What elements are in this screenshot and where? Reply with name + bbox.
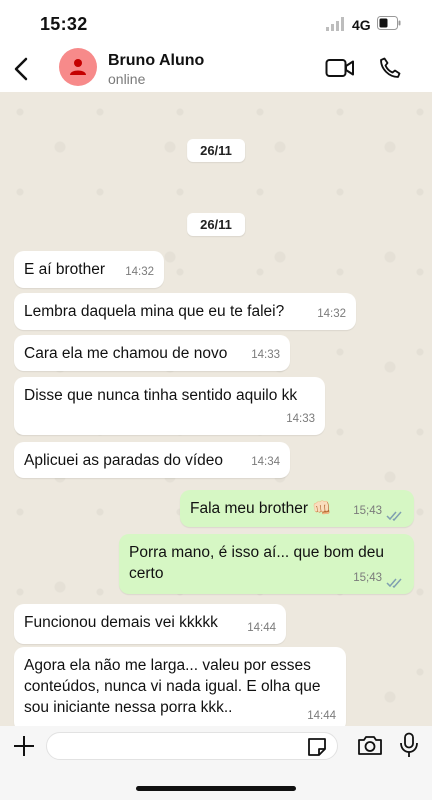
message-text: Agora ela não me larga... valeu por esse…	[24, 657, 321, 716]
message-time: 15;43	[353, 505, 382, 517]
message-time: 14:44	[307, 710, 336, 722]
composer-bar	[0, 726, 432, 800]
message-time: 15;43	[353, 572, 382, 584]
contact-status: online	[108, 71, 146, 87]
chat-header: Bruno Aluno online	[0, 44, 432, 92]
message-time: 14:33	[251, 349, 280, 361]
sticker-icon[interactable]	[306, 736, 328, 758]
incoming-message[interactable]: Lembra daquela mina que eu te falei? 14:…	[14, 293, 356, 330]
message-text: Funcionou demais vei kkkkk	[24, 614, 218, 631]
message-time: 14:32	[317, 308, 346, 320]
camera-icon[interactable]	[357, 734, 383, 756]
message-text: Disse que nunca tinha sentido aquilo kk	[24, 387, 298, 404]
message-text: Aplicuei as paradas do vídeo	[24, 452, 224, 469]
status-time: 15:32	[40, 14, 88, 34]
status-bar: 15:32 4G	[0, 0, 432, 44]
signal-icon	[326, 17, 344, 31]
message-time: 14:33	[286, 413, 315, 425]
message-text: Cara ela me chamou de novo	[24, 345, 228, 362]
battery-icon	[377, 16, 401, 30]
message-input[interactable]	[46, 732, 338, 760]
date-label: 26/11	[187, 139, 245, 162]
microphone-icon[interactable]	[398, 732, 420, 758]
message-text: Fala meu brother 👊🏻	[190, 500, 332, 517]
video-call-icon[interactable]	[325, 57, 355, 79]
home-indicator[interactable]	[136, 786, 296, 791]
incoming-message[interactable]: E aí brother 14:32	[14, 251, 164, 288]
incoming-message[interactable]: Cara ela me chamou de novo 14:33	[14, 335, 290, 371]
message-time: 14:32	[125, 266, 154, 278]
incoming-message[interactable]: Agora ela não me larga... valeu por esse…	[14, 647, 346, 726]
message-time: 14:34	[251, 456, 280, 468]
date-label: 26/11	[187, 213, 245, 236]
chat-messages-area[interactable]: 26/11 26/11 E aí brother 14:32 Lembra da…	[0, 92, 432, 726]
plus-icon[interactable]	[12, 734, 36, 758]
contact-name[interactable]: Bruno Aluno	[108, 52, 204, 70]
incoming-message[interactable]: Funcionou demais vei kkkkk 14:44	[14, 604, 286, 644]
avatar-person-icon	[70, 59, 86, 75]
message-text: Porra mano, é isso aí... que bom deu cer…	[129, 544, 385, 582]
network-type: 4G	[352, 17, 371, 33]
incoming-message[interactable]: Disse que nunca tinha sentido aquilo kk …	[14, 377, 325, 435]
outgoing-message[interactable]: Fala meu brother 👊🏻 15;43	[180, 490, 414, 527]
avatar[interactable]	[59, 48, 97, 86]
message-text: Lembra daquela mina que eu te falei?	[24, 303, 285, 320]
read-ticks-icon	[386, 578, 402, 588]
incoming-message[interactable]: Aplicuei as paradas do vídeo 14:34	[14, 442, 290, 478]
phone-icon[interactable]	[378, 56, 402, 80]
message-time: 14:44	[247, 622, 276, 634]
back-icon[interactable]	[10, 56, 34, 82]
read-ticks-icon	[386, 511, 402, 521]
outgoing-message[interactable]: Porra mano, é isso aí... que bom deu cer…	[119, 534, 414, 594]
message-text: E aí brother	[24, 261, 105, 278]
